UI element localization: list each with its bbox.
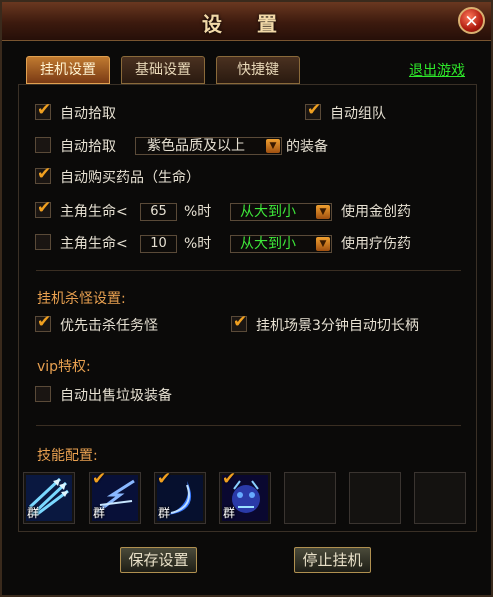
hp-potion-suffix: 使用金创药 [341, 204, 411, 220]
hp-potion-threshold-input[interactable]: 65 [140, 203, 177, 221]
tab-auto-battle[interactable]: 挂机设置 [26, 56, 110, 84]
tab-hotkeys[interactable]: 快捷键 [216, 56, 300, 84]
hp-heal-order-select[interactable]: 从大到小 ▼ [230, 235, 332, 253]
settings-window: 设 置 ✕ 挂机设置 基础设置 快捷键 退出游戏 自动拾取 自动组队 自动拾取 … [0, 0, 493, 597]
tab-basic-settings[interactable]: 基础设置 [121, 56, 205, 84]
hp-potion-order-select[interactable]: 从大到小 ▼ [230, 203, 332, 221]
hp-heal-unit: %时 [184, 236, 212, 252]
skill-slot-7[interactable] [414, 472, 466, 524]
quality-select-value: 紫色品质及以上 [147, 138, 245, 154]
hp-potion-unit: %时 [184, 204, 212, 220]
hp-heal-threshold-input[interactable]: 10 [140, 235, 177, 253]
hp-potion-label: 主角生命< [60, 204, 128, 220]
skill-slot-1[interactable]: 群 [23, 472, 75, 524]
skill-slot-6[interactable] [349, 472, 401, 524]
auto-sell-label: 自动出售垃圾装备 [60, 388, 172, 404]
hp-heal-order-value: 从大到小 [240, 236, 296, 252]
switch-target-checkbox[interactable] [231, 312, 247, 332]
hp-heal-checkbox[interactable] [35, 234, 51, 250]
checkmark-icon: ✔ [157, 469, 172, 489]
auto-team-checkbox[interactable] [305, 100, 321, 120]
hp-potion-order-value: 从大到小 [240, 204, 296, 220]
group-tag: 群 [158, 506, 171, 520]
priority-quest-checkbox[interactable] [35, 312, 51, 332]
auto-pickup-checkbox[interactable] [35, 100, 51, 120]
skill-slot-3[interactable]: ✔ 群 [154, 469, 206, 524]
chevron-down-icon: ▼ [266, 139, 280, 153]
save-settings-button[interactable]: 保存设置 [120, 547, 197, 573]
hp-potion-checkbox[interactable] [35, 198, 51, 218]
title-bar: 设 置 ✕ [2, 2, 491, 41]
group-tag: 群 [27, 506, 40, 520]
auto-pickup-label: 自动拾取 [60, 106, 116, 122]
auto-pickup-quality-checkbox[interactable] [35, 137, 51, 153]
skill-slot-4[interactable]: ✔ 群 [219, 469, 271, 524]
chevron-down-icon: ▼ [316, 237, 330, 251]
quality-select[interactable]: 紫色品质及以上 ▼ [135, 137, 282, 155]
divider [36, 270, 461, 271]
checkmark-icon: ✔ [92, 469, 107, 489]
skill-slot-5[interactable] [284, 472, 336, 524]
auto-pickup-quality-label: 自动拾取 [60, 139, 116, 155]
group-tag: 群 [93, 506, 106, 520]
hp-heal-label: 主角生命< [60, 236, 128, 252]
auto-sell-checkbox[interactable] [35, 386, 51, 402]
hp-heal-suffix: 使用疗伤药 [341, 236, 411, 252]
group-tag: 群 [223, 506, 236, 520]
divider [36, 425, 461, 426]
switch-target-label: 挂机场景3分钟自动切长柄 [256, 318, 419, 334]
auto-team-label: 自动组队 [330, 106, 386, 122]
quality-suffix: 的装备 [286, 139, 328, 155]
checkmark-icon: ✔ [222, 469, 237, 489]
close-button[interactable]: ✕ [458, 7, 485, 34]
exit-game-link[interactable]: 退出游戏 [409, 60, 465, 80]
chevron-down-icon: ▼ [316, 205, 330, 219]
stop-auto-battle-button[interactable]: 停止挂机 [294, 547, 371, 573]
window-title: 设 置 [202, 12, 291, 36]
skills-section-title: 技能配置: [37, 448, 98, 464]
auto-buy-potion-label: 自动购买药品（生命） [60, 170, 200, 186]
skill-slot-2[interactable]: ✔ 群 [89, 469, 141, 524]
auto-buy-potion-checkbox[interactable] [35, 164, 51, 184]
kill-section-title: 挂机杀怪设置: [37, 291, 126, 307]
priority-quest-label: 优先击杀任务怪 [60, 318, 158, 334]
vip-section-title: vip特权: [37, 359, 91, 375]
